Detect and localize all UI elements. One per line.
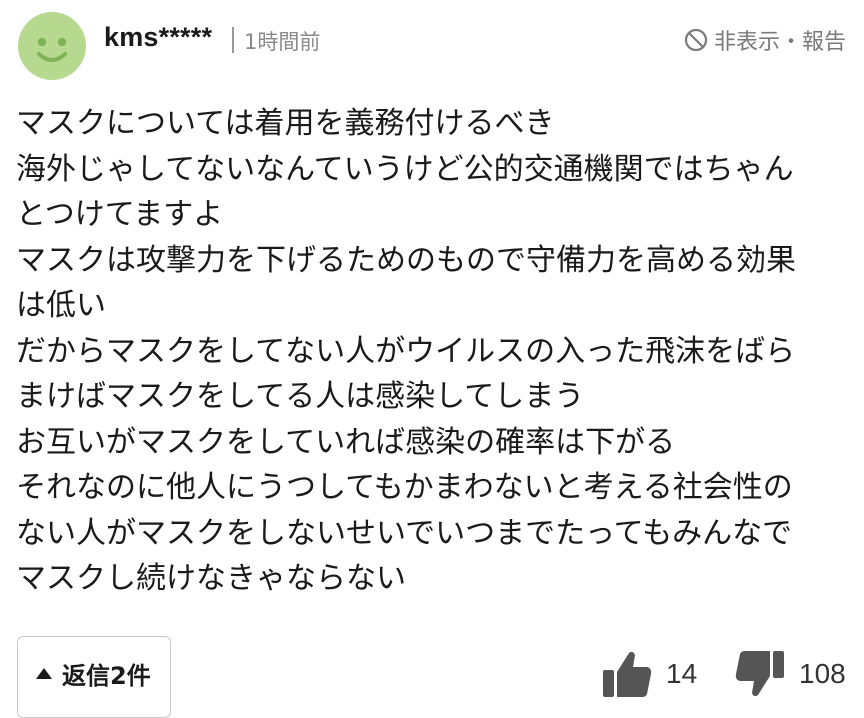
comment-body: マスクについては着用を義務付けるべき 海外じゃしてないなんていうけど公的交通機関… xyxy=(16,101,852,602)
comment-line: マスクは攻撃力を下げるためのもので守備力を高める効果 xyxy=(16,242,796,278)
comment-line: マスクについては着用を義務付けるべき xyxy=(16,106,555,141)
comment-line: は低い xyxy=(16,288,106,323)
comment-header: kms***** 1時間前 非表示・報告 xyxy=(0,0,864,90)
thumbs-down-icon xyxy=(735,651,784,697)
dislike-count: 108 xyxy=(799,658,846,689)
comment-line: お互いがマスクをしていれば感染の確率は下がる xyxy=(16,424,676,460)
comment-line: とつけてますよ xyxy=(16,197,224,232)
like-button[interactable]: 14 xyxy=(602,650,697,698)
comment-line: 海外じゃしてないなんていうけど公的交通機関ではちゃん xyxy=(16,151,794,187)
thumbs-up-icon xyxy=(603,651,652,697)
meta-divider xyxy=(232,27,234,53)
like-count: 14 xyxy=(666,658,698,689)
timestamp: 1時間前 xyxy=(244,30,321,54)
replies-label: 返信2件 xyxy=(62,661,151,690)
dislike-button[interactable]: 108 xyxy=(735,650,846,698)
avatar[interactable] xyxy=(18,12,86,80)
prohibited-icon xyxy=(684,28,708,52)
comment-line: マスクし続けなきゃならない xyxy=(16,561,406,596)
comment-line: それなのに他人にうつしてもかまわないと考える社会性の xyxy=(16,470,793,505)
hide-report-button[interactable]: 非表示・報告 xyxy=(684,24,846,56)
show-replies-button[interactable]: 返信2件 xyxy=(17,636,171,718)
triangle-up-icon xyxy=(36,667,52,679)
username[interactable]: kms***** xyxy=(104,22,212,53)
hide-report-label: 非表示・報告 xyxy=(713,30,846,55)
comment-line: ない人がマスクをしないせいでいつまでたってもみんなで xyxy=(16,515,793,551)
comment-line: だからマスクをしてない人がウイルスの入った飛沫をばら xyxy=(16,333,796,369)
comment-line: まけばマスクをしてる人は感染してしまう xyxy=(16,379,585,414)
smile-face-icon xyxy=(37,37,67,62)
